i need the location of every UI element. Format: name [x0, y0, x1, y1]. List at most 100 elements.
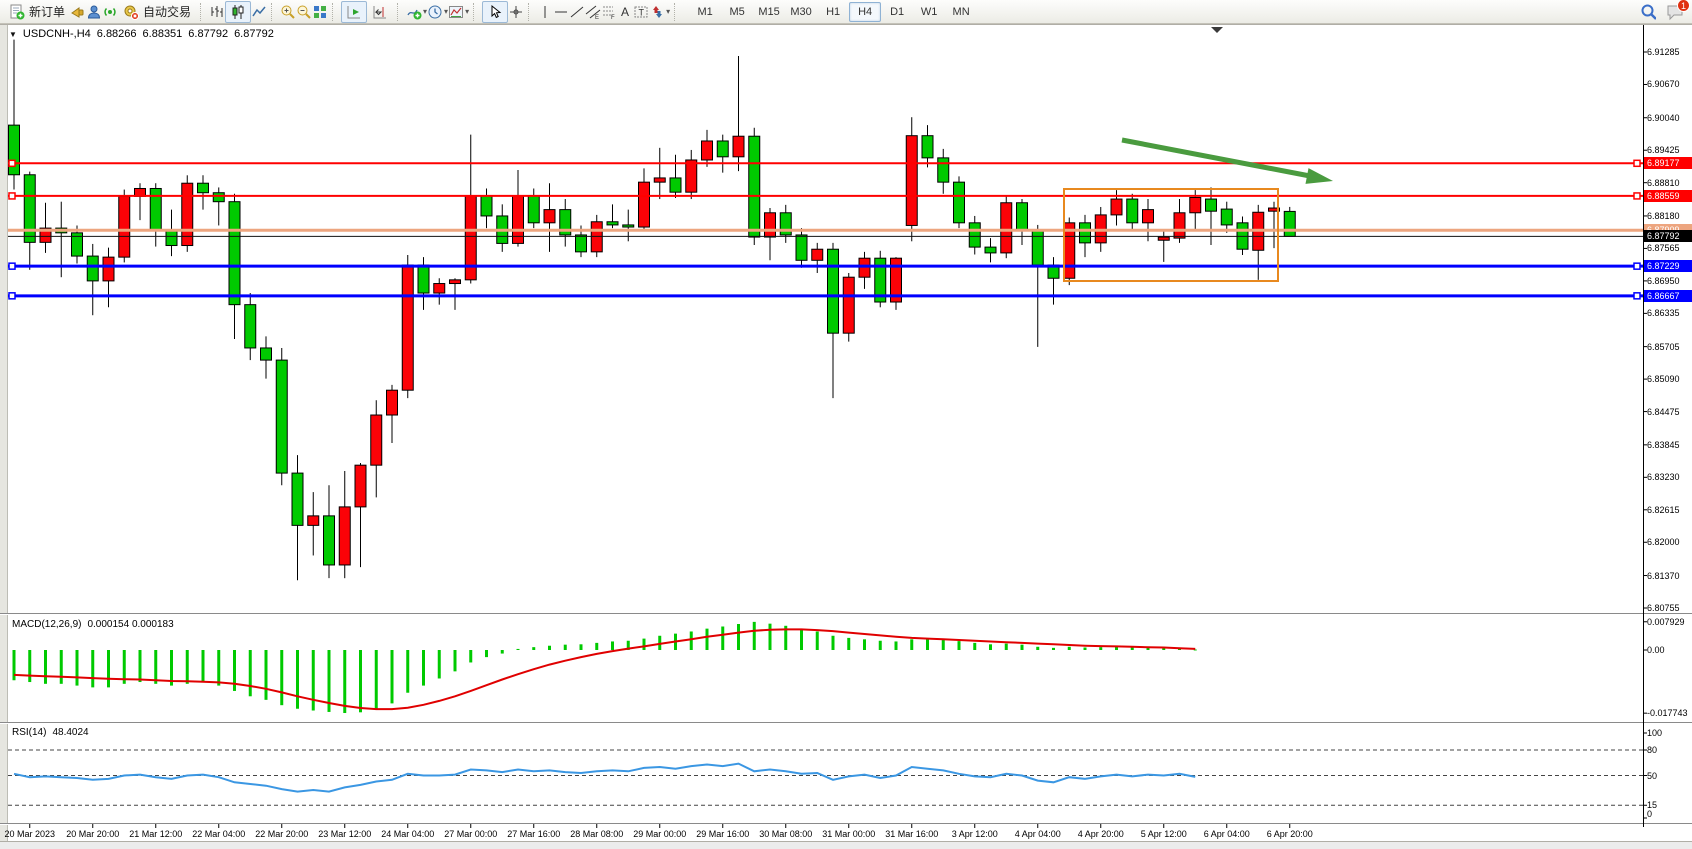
candle-body [765, 213, 776, 237]
timeframe-m5[interactable]: M5 [721, 2, 753, 22]
templates-dropdown-caret[interactable]: ▾ [465, 7, 469, 16]
macd-axis-tick: 0.007929 [1647, 617, 1685, 627]
macd-bar [265, 650, 268, 700]
timeframe-h1[interactable]: H1 [817, 2, 849, 22]
new-order-button[interactable]: 新订单 [4, 1, 70, 23]
candle-body [103, 257, 114, 281]
symbol-timeframe: USDCNH-,H4 [23, 28, 91, 40]
time-axis-label: 6 Apr 20:00 [1250, 829, 1330, 839]
toolbar-separator [332, 3, 337, 21]
candlestick-chart-button[interactable] [225, 1, 251, 23]
macd-bar [139, 650, 142, 682]
hline-handle [9, 160, 15, 166]
toolbar-separator [200, 3, 205, 21]
vline-icon[interactable] [537, 4, 553, 20]
collapse-arrow-icon[interactable]: ▼ [9, 30, 17, 39]
search-icon[interactable] [1640, 4, 1656, 20]
toolbar-right: 1 [1640, 0, 1686, 24]
svg-text:A: A [621, 5, 629, 19]
candle-body [528, 196, 539, 223]
tile-windows-icon[interactable] [312, 4, 328, 20]
macd-bar [832, 636, 835, 650]
candle-body [985, 247, 996, 253]
candle-body [576, 235, 587, 252]
arrows-dropdown-caret[interactable]: ▾ [666, 7, 670, 16]
line-chart-icon[interactable] [251, 4, 267, 20]
cursor-button[interactable] [482, 1, 508, 23]
timeframe-d1[interactable]: D1 [881, 2, 913, 22]
macd-bar [1036, 647, 1039, 650]
indicators-icon[interactable] [406, 4, 422, 20]
market-watch-icon[interactable] [86, 4, 102, 20]
bar-chart-icon[interactable] [209, 4, 225, 20]
high-value: 6.88351 [143, 28, 183, 40]
open-value: 6.88266 [97, 28, 137, 40]
macd-bar [643, 639, 646, 650]
macd-bar [1021, 645, 1024, 650]
timeframe-m30[interactable]: M30 [785, 2, 817, 22]
low-value: 6.87792 [188, 28, 228, 40]
candle-body [402, 265, 413, 390]
macd-bar [202, 650, 205, 682]
candle-body [434, 284, 445, 294]
candle-body [544, 210, 555, 223]
macd-bar [391, 650, 394, 703]
autotrading-icon [123, 4, 139, 20]
macd-bar [737, 624, 740, 650]
chart-plot[interactable] [0, 0, 1692, 849]
timeframe-h4[interactable]: H4 [849, 2, 881, 22]
macd-bar [154, 650, 157, 684]
autoscroll-button[interactable] [341, 1, 367, 23]
toolbar: 新订单 自动交易 [0, 0, 1692, 24]
templates-icon[interactable] [448, 4, 464, 20]
timeframe-w1[interactable]: W1 [913, 2, 945, 22]
close-value: 6.87792 [234, 28, 274, 40]
macd-bar [532, 647, 535, 650]
chart-shift-icon [372, 4, 388, 20]
macd-bar [501, 650, 504, 654]
autotrading-button[interactable]: 自动交易 [118, 1, 196, 23]
trendline-icon[interactable] [569, 4, 585, 20]
candle-body [1190, 197, 1201, 212]
candle-body [702, 141, 713, 160]
chat-button[interactable]: 1 [1666, 3, 1686, 21]
autoscroll-icon [346, 4, 362, 20]
arrows-icon[interactable] [649, 4, 665, 20]
macd-bar [1099, 647, 1102, 650]
candle-body [1127, 199, 1138, 223]
label-icon[interactable]: T [633, 4, 649, 20]
rsi-axis-tick: 50 [1647, 771, 1657, 781]
candle-body [324, 516, 335, 565]
price-axis-tick: 6.81370 [1647, 571, 1680, 581]
signal-icon[interactable] [102, 4, 118, 20]
zoom-out-icon[interactable] [296, 4, 312, 20]
crosshair-icon[interactable] [508, 4, 524, 20]
fibonacci-icon[interactable]: F [601, 4, 617, 20]
hline-icon[interactable] [553, 4, 569, 20]
hline-handle [9, 293, 15, 299]
candle-body [843, 277, 854, 333]
text-icon[interactable]: A [617, 4, 633, 20]
price-axis-tick: 6.80755 [1647, 603, 1680, 613]
periods-icon[interactable] [427, 4, 443, 20]
candle-body [198, 183, 209, 193]
autotrading-label: 自动交易 [143, 3, 191, 20]
macd-bar [611, 641, 614, 650]
macd-bar [595, 643, 598, 650]
zoom-in-icon[interactable] [280, 4, 296, 20]
svg-text:T: T [639, 7, 645, 17]
horn-icon[interactable] [70, 4, 86, 20]
price-axis-tick: 6.88810 [1647, 178, 1680, 188]
timeframe-m15[interactable]: M15 [753, 2, 785, 22]
timeframe-mn[interactable]: MN [945, 2, 977, 22]
channel-icon[interactable]: E [585, 4, 601, 20]
candle-body [922, 136, 933, 158]
macd-bar [879, 641, 882, 650]
price-badge: 6.89177 [1644, 157, 1692, 169]
rsi-axis-tick: 80 [1647, 745, 1657, 755]
toolbar-separator [397, 3, 402, 21]
rsi-axis-tick: 100 [1647, 728, 1662, 738]
chart-shift-button[interactable] [367, 1, 393, 23]
timeframe-m1[interactable]: M1 [689, 2, 721, 22]
candle-body [639, 182, 650, 227]
